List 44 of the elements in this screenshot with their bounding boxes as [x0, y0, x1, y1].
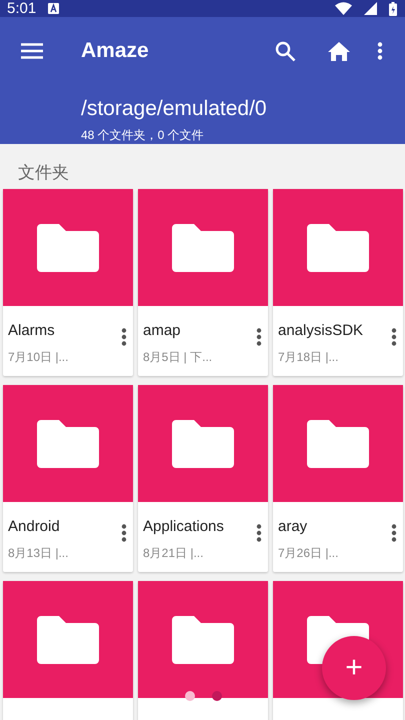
folder-icon	[307, 224, 369, 272]
folder-date: 7月26日 |...	[278, 545, 340, 562]
folder-name: amap	[143, 322, 182, 339]
folder-name: aray	[278, 518, 308, 535]
wifi-icon	[335, 2, 352, 15]
folder-name: Alarms	[8, 322, 56, 339]
current-path: /storage/emulated/0	[81, 97, 268, 121]
folder-card[interactable]	[138, 581, 268, 720]
folder-summary: 48 个文件夹，0 个文件	[81, 127, 205, 144]
folder-icon	[37, 420, 99, 468]
folder-icon	[37, 616, 99, 664]
folder-menu-button[interactable]	[256, 328, 262, 346]
folder-name: Android	[8, 518, 61, 535]
folder-icon	[172, 616, 234, 664]
signal-icon	[364, 2, 377, 15]
folder-icon	[172, 224, 234, 272]
folder-card[interactable]	[3, 581, 133, 720]
folder-icon	[307, 420, 369, 468]
app-title: Amaze	[81, 39, 150, 63]
folder-menu-button[interactable]	[256, 524, 262, 542]
folder-icon	[172, 420, 234, 468]
folder-menu-button[interactable]	[391, 524, 397, 542]
folder-name: Applications	[143, 518, 225, 535]
home-button[interactable]	[327, 39, 351, 63]
folder-date: 7月18日 |...	[278, 349, 340, 366]
folder-menu-button[interactable]	[121, 524, 127, 542]
folder-icon	[37, 224, 99, 272]
status-time: 5:01	[7, 0, 36, 17]
folder-card[interactable]: aray 7月26日 |...	[273, 385, 403, 572]
notification-icon	[48, 3, 60, 14]
search-button[interactable]	[273, 39, 297, 63]
folder-name: analysisSDK	[278, 322, 364, 339]
folder-card[interactable]: analysisSDK 7月18日 |...	[273, 189, 403, 376]
folder-date: 7月10日 |...	[8, 349, 70, 366]
folder-card[interactable]: amap 8月5日 | 下...	[138, 189, 268, 376]
folder-card[interactable]: Android 8月13日 |...	[3, 385, 133, 572]
folder-date: 8月13日 |...	[8, 545, 70, 562]
section-header: 文件夹	[17, 162, 70, 184]
folder-card[interactable]: Alarms 7月10日 |...	[3, 189, 133, 376]
folder-date: 8月5日 | 下...	[143, 349, 214, 366]
folder-menu-button[interactable]	[391, 328, 397, 346]
folder-date: 8月21日 |...	[143, 545, 204, 562]
folder-menu-button[interactable]	[121, 328, 127, 346]
folder-card[interactable]: Applications 8月21日 |...	[138, 385, 268, 572]
